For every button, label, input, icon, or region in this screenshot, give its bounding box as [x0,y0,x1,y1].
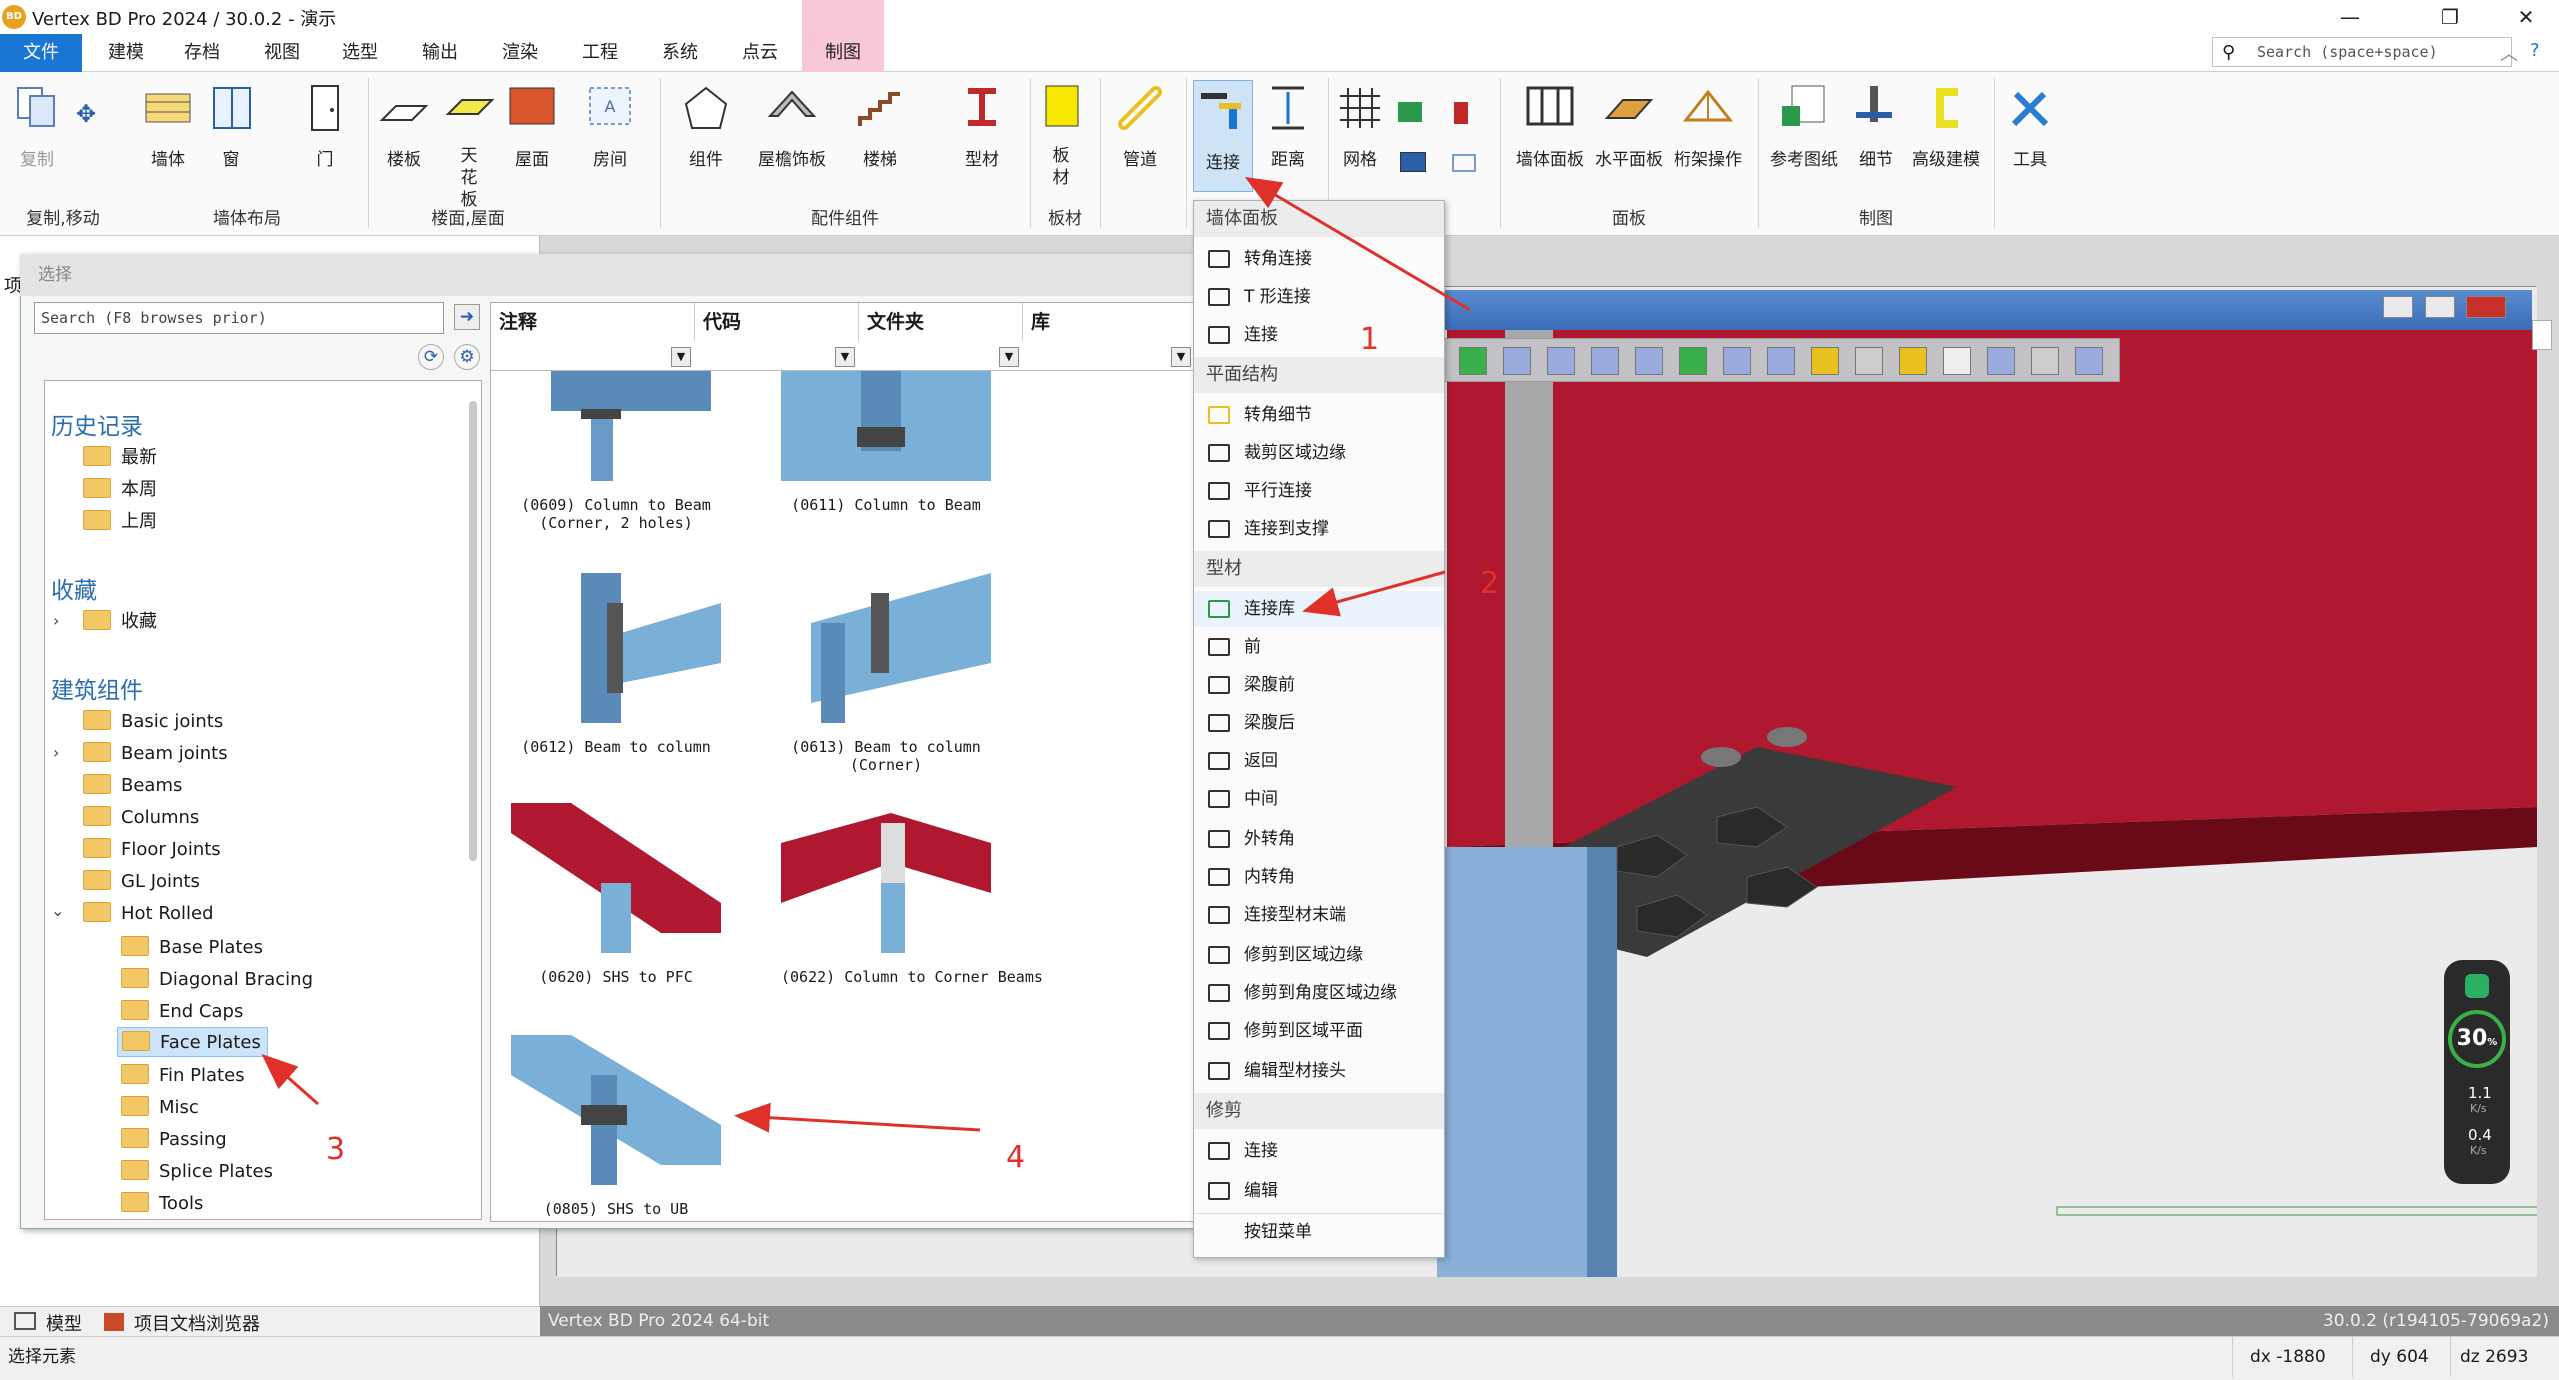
browser-tab-icon [104,1313,124,1331]
tab-doc-browser[interactable]: 项目文档浏览器 [134,1310,260,1336]
status-text: 选择元素 [8,1347,76,1367]
viewport-footer: Vertex BD Pro 2024 64-bit 30.0.2 (r19410… [540,1306,2559,1336]
tab-model[interactable]: 模型 [46,1310,82,1336]
annotation-number: 2 [1480,566,1500,601]
annotation-number: 1 [1360,322,1380,357]
model-tab-icon [14,1312,36,1330]
bottom-tabs: 模型 项目文档浏览器 [0,1306,540,1336]
status-divider [2450,1337,2451,1377]
arrow-4 [734,1102,981,1133]
status-divider [2352,1337,2353,1377]
annotation-number: 3 [326,1132,346,1167]
coord-dy: dy 604 [2370,1347,2429,1367]
status-divider [2232,1337,2233,1377]
coord-dz: dz 2693 [2460,1347,2529,1367]
status-bar: 选择元素 dx -1880 dy 604 dz 2693 [0,1336,2559,1380]
arrow-1 [1244,176,1471,312]
arrow-3 [261,1054,319,1106]
version-label: 30.0.2 (r194105-79069a2) [2322,1311,2549,1331]
viewport-label: Vertex BD Pro 2024 64-bit [548,1311,770,1331]
annotation-number: 4 [1006,1140,1026,1175]
arrow-2 [1302,570,1446,617]
annotation-overlay [261,176,1471,1133]
coord-dx: dx -1880 [2250,1347,2326,1367]
